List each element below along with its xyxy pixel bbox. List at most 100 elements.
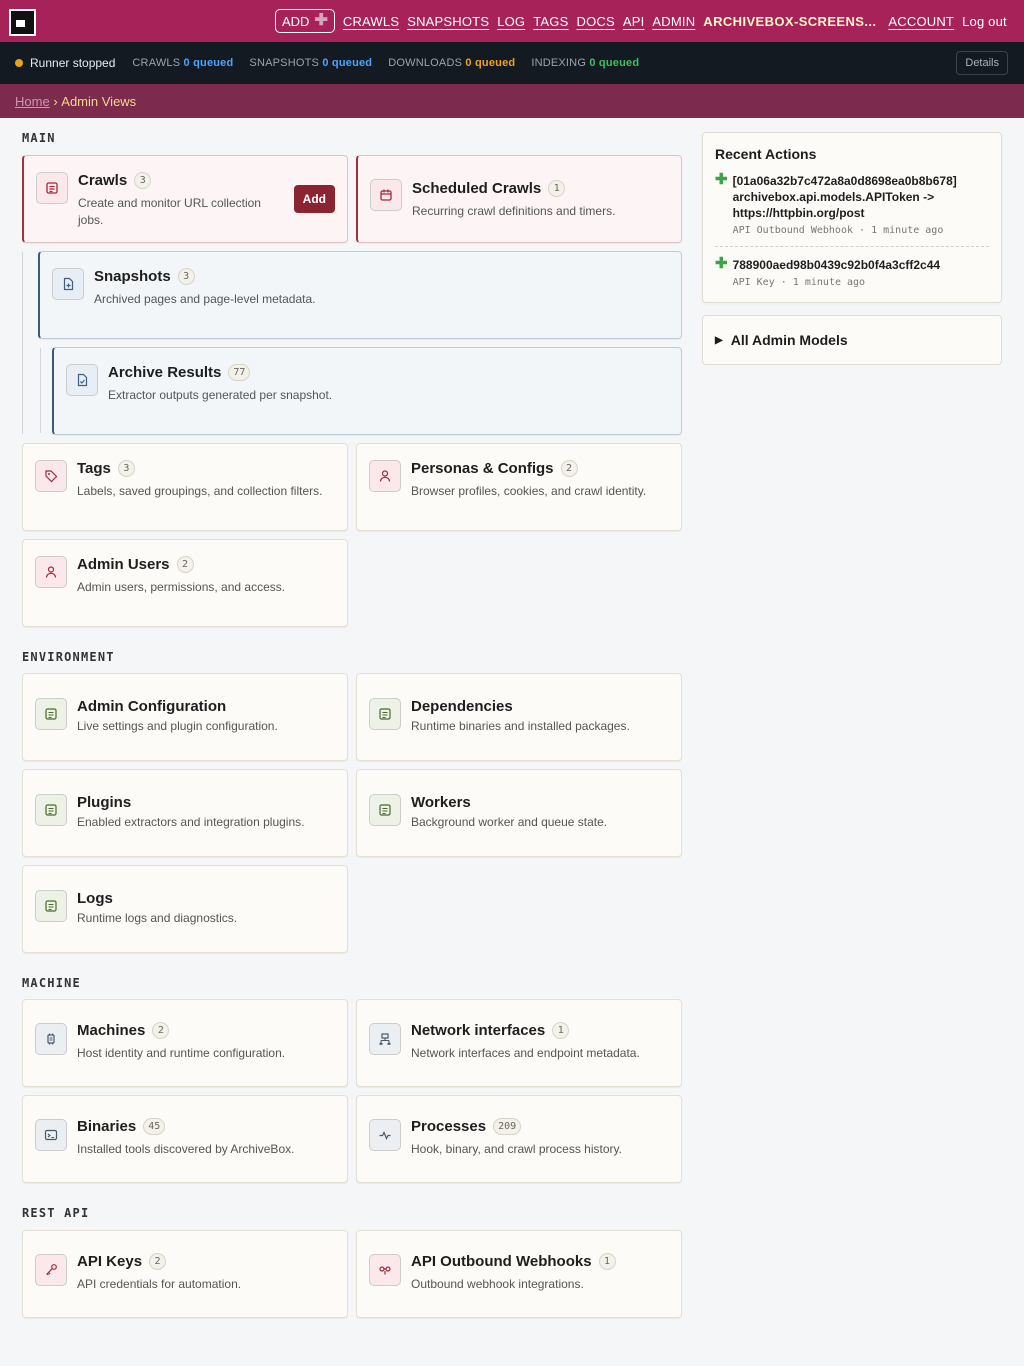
machines-card[interactable]: Machines 2 Host identity and runtime conf… [22,999,348,1087]
recent-action-text[interactable]: 788900aed98b0439c92b0f4a3cff2c44 [733,257,941,273]
archivebox-logo[interactable] [9,9,36,36]
tree-line-nested [40,348,41,433]
api-keys-card[interactable]: API Keys 2 API credentials for automation… [22,1230,348,1318]
runner-status: Runner stopped [30,56,116,70]
personas-card-desc: Browser profiles, cookies, and crawl ide… [411,484,647,498]
api-keys-count-badge: 2 [149,1253,167,1270]
snapshots-queue-value: 0 queued [322,57,373,69]
archive-results-card[interactable]: Archive Results 77 Extractor outputs gene… [52,347,682,435]
api-webhooks-card[interactable]: API Outbound Webhooks 1 Outbound webhook … [356,1230,682,1318]
nav-link-snapshots[interactable]: SNAPSHOTS [407,14,489,29]
scheduled-crawls-card-desc: Recurring crawl definitions and timers. [412,204,616,218]
nav-link-tags[interactable]: TAGS [533,14,568,29]
downloads-queue-label: DOWNLOADS [388,57,463,69]
details-button[interactable]: Details [956,51,1008,75]
indexing-queue-value: 0 queued [589,57,640,69]
logs-card[interactable]: Logs Runtime logs and diagnostics. [22,865,348,953]
runner-status-icon [15,59,23,67]
plugins-card[interactable]: Plugins Enabled extractors and integrati… [22,769,348,857]
dependencies-card-title: Dependencies [411,698,513,715]
nav-link-api[interactable]: API [623,14,645,29]
tags-card[interactable]: Tags 3 Labels, saved groupings, and colle… [22,443,348,531]
workers-card-title: Workers [411,794,471,811]
main-nav: ADD ✚ CRAWLS SNAPSHOTS LOG TAGS DOCS API… [275,9,1007,33]
crawls-title-text: Crawls [78,172,128,189]
crawls-queue-value: 0 queued [183,57,234,69]
network-interfaces-card[interactable]: Network interfaces 1 Network interfaces a… [356,999,682,1087]
nav-link-admin[interactable]: ADMIN [652,14,695,29]
downloads-queue: DOWNLOADS 0 queued [388,57,515,69]
admin-users-title-text: Admin Users [77,556,170,573]
add-crawl-button[interactable]: Add [293,185,335,213]
api-webhooks-card-title: API Outbound Webhooks 1 [411,1253,616,1270]
add-button-label: ADD [282,13,310,29]
all-admin-models-label: All Admin Models [730,332,848,348]
recent-action-item[interactable]: ✚ [01a06a32b7c472a8a0d8698ea0b8b678] arc… [715,172,989,246]
api-keys-card-title: API Keys 2 [77,1253,167,1270]
disclosure-triangle-icon: ▶ [715,334,723,346]
network-interfaces-card-desc: Network interfaces and endpoint metadata… [411,1046,640,1060]
recent-action-type: API Key [732,277,775,288]
crawl-icon [36,172,68,204]
section-title-environment: ENVIRONMENT [22,650,115,664]
binaries-card-desc: Installed tools discovered by ArchiveBox… [77,1142,295,1156]
admin-configuration-card[interactable]: Admin Configuration Live settings and pl… [22,673,348,761]
breadcrumb-home[interactable]: Home [15,94,50,109]
archive-results-card-desc: Extractor outputs generated per snapshot… [108,388,333,402]
crawls-card[interactable]: Crawls 3 Create and monitor URL collectio… [22,155,348,243]
plugins-card-desc: Enabled extractors and integration plugi… [77,815,305,829]
status-bar: Runner stopped CRAWLS 0 queued SNAPSHOTS… [0,42,1024,84]
nav-link-log[interactable]: LOG [497,14,525,29]
tree-line [22,252,23,434]
nav-link-docs[interactable]: DOCS [576,14,614,29]
snapshots-card[interactable]: Snapshots 3 Archived pages and page-level… [38,251,682,339]
recent-action-meta: API Key · 1 minute ago [733,277,941,288]
all-admin-models-toggle[interactable]: ▶ All Admin Models [702,315,1002,365]
breadcrumb-separator: › [53,93,58,109]
crawls-queue: CRAWLS 0 queued [132,57,233,69]
recent-action-time: 1 minute ago [871,225,944,236]
api-keys-title-text: API Keys [77,1253,143,1270]
add-button[interactable]: ADD ✚ [275,9,335,33]
processes-count-badge: 209 [493,1118,522,1135]
recent-action-item[interactable]: ✚ 788900aed98b0439c92b0f4a3cff2c44 API K… [715,246,989,290]
workers-card[interactable]: Workers Background worker and queue stat… [356,769,682,857]
section-title-rest-api: REST API [22,1206,90,1220]
recent-actions-title: Recent Actions [715,146,817,162]
dependencies-card[interactable]: Dependencies Runtime binaries and instal… [356,673,682,761]
plugins-card-title: Plugins [77,794,132,811]
admin-users-card[interactable]: Admin Users 2 Admin users, permissions, a… [22,539,348,627]
meta-separator: · [859,225,866,236]
processes-card-desc: Hook, binary, and crawl process history. [411,1142,622,1156]
nav-link-crawls[interactable]: CRAWLS [343,14,399,29]
machines-card-title: Machines 2 [77,1022,170,1039]
network-interfaces-title-text: Network interfaces [411,1022,546,1039]
section-title-machine: MACHINE [22,976,81,990]
snapshots-queue: SNAPSHOTS 0 queued [249,57,372,69]
indexing-queue-label: INDEXING [531,57,587,69]
snapshots-queue-label: SNAPSHOTS [249,57,320,69]
top-nav-bar: ADD ✚ CRAWLS SNAPSHOTS LOG TAGS DOCS API… [0,0,1024,42]
username-link[interactable]: ARCHIVEBOX-SCREENS... [703,14,876,29]
scheduled-crawls-count-badge: 1 [548,180,566,197]
personas-card[interactable]: Personas & Configs 2 Browser profiles, co… [356,443,682,531]
binaries-count-badge: 45 [143,1118,166,1135]
api-webhooks-card-desc: Outbound webhook integrations. [411,1277,584,1291]
nav-link-account[interactable]: ACCOUNT [888,14,954,29]
personas-card-title: Personas & Configs 2 [411,460,578,477]
recent-action-type: API Outbound Webhook [732,225,853,236]
dependencies-card-desc: Runtime binaries and installed packages. [411,719,630,733]
processes-card[interactable]: Processes 209 Hook, binary, and crawl pro… [356,1095,682,1183]
indexing-queue: INDEXING 0 queued [531,57,639,69]
scheduled-crawls-card[interactable]: Scheduled Crawls 1 Recurring crawl defini… [356,155,682,243]
snapshots-title-text: Snapshots [94,268,171,285]
admin-configuration-card-desc: Live settings and plugin configuration. [77,719,278,733]
tags-count-badge: 3 [117,460,135,477]
admin-users-card-desc: Admin users, permissions, and access. [77,580,286,594]
binaries-card[interactable]: Binaries 45 Installed tools discovered by… [22,1095,348,1183]
recent-action-text[interactable]: [01a06a32b7c472a8a0d8698ea0b8b678] archi… [733,173,989,221]
chip-icon [35,1023,67,1055]
recent-action-time: 1 minute ago [792,277,866,288]
admin-configuration-card-title: Admin Configuration [77,698,227,715]
logout-link[interactable]: Log out [962,14,1007,29]
